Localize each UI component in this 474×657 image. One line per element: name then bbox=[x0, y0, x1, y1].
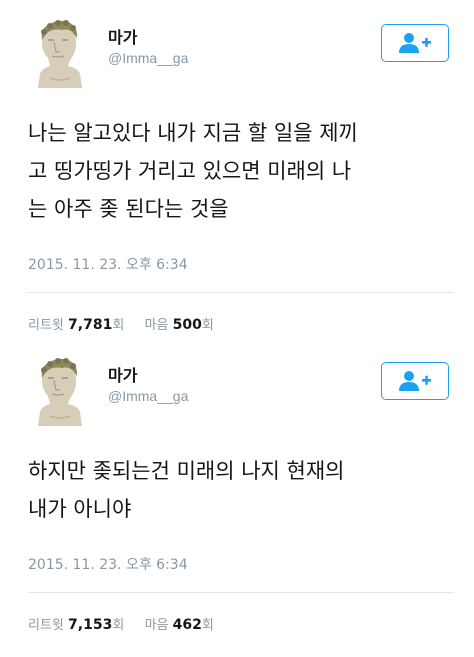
like-count[interactable]: 462 bbox=[173, 617, 202, 633]
like-unit: 회 bbox=[201, 618, 214, 633]
tweet-card: 마가 @Imma__ga 나는 알고있다 내가 지금 할 일을 제끼 고 띵가띵… bbox=[0, 0, 474, 338]
add-user-icon bbox=[399, 371, 431, 391]
retweet-unit: 회 bbox=[112, 618, 125, 633]
follow-button[interactable] bbox=[381, 362, 449, 400]
add-user-icon bbox=[399, 33, 431, 53]
user-handle[interactable]: @Imma__ga bbox=[108, 50, 188, 66]
retweet-label: 리트윗 bbox=[28, 618, 64, 633]
tweet-timestamp[interactable]: 2015. 11. 23. 오후 6:34 bbox=[28, 254, 188, 274]
tweet-card: 마가 @Imma__ga 하지만 좆되는건 미래의 나지 현재의 내가 아니야 … bbox=[0, 338, 474, 657]
display-name[interactable]: 마가 bbox=[108, 362, 137, 386]
caesar-bust-avatar[interactable] bbox=[30, 18, 88, 88]
follow-button[interactable] bbox=[381, 24, 449, 62]
divider bbox=[28, 592, 454, 593]
retweet-unit: 회 bbox=[112, 318, 125, 333]
caesar-bust-avatar[interactable] bbox=[30, 356, 88, 426]
tweet-stats: 리트윗 7,781회 마음 500회 bbox=[28, 314, 214, 333]
display-name[interactable]: 마가 bbox=[108, 24, 137, 48]
like-count[interactable]: 500 bbox=[173, 317, 202, 333]
like-label: 마음 bbox=[144, 318, 169, 333]
retweet-label: 리트윗 bbox=[28, 318, 64, 333]
like-label: 마음 bbox=[144, 618, 169, 633]
tweet-text: 나는 알고있다 내가 지금 할 일을 제끼 고 띵가띵가 거리고 있으면 미래의… bbox=[28, 121, 358, 221]
tweet-timestamp[interactable]: 2015. 11. 23. 오후 6:34 bbox=[28, 554, 188, 574]
retweet-count[interactable]: 7,153 bbox=[68, 617, 112, 633]
retweet-count[interactable]: 7,781 bbox=[68, 317, 112, 333]
like-unit: 회 bbox=[201, 318, 214, 333]
tweet-text: 하지만 좆되는건 미래의 나지 현재의 내가 아니야 bbox=[28, 459, 345, 521]
user-handle[interactable]: @Imma__ga bbox=[108, 388, 188, 404]
tweet-stats: 리트윗 7,153회 마음 462회 bbox=[28, 614, 214, 633]
divider bbox=[28, 292, 454, 293]
